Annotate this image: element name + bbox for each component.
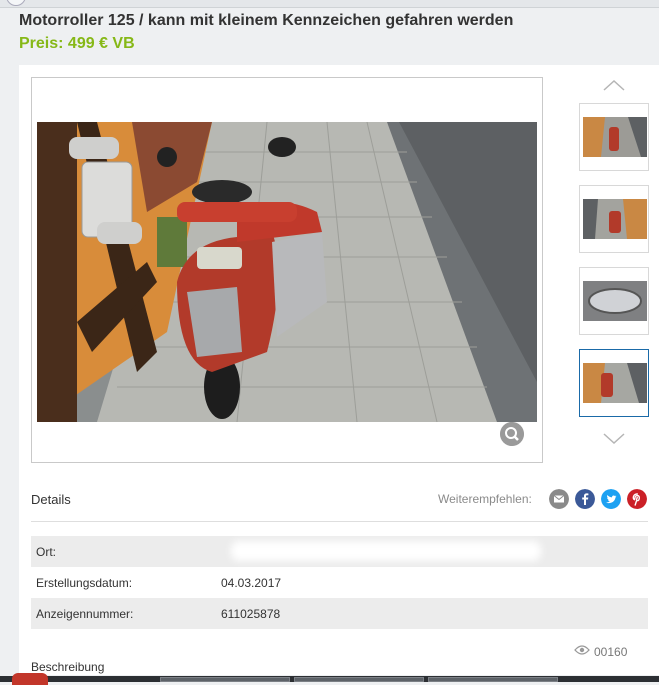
browser-button[interactable] [6,0,26,6]
detail-value: 611025878 [221,607,281,621]
taskbar [0,673,659,685]
thumbnail-3[interactable] [579,267,649,335]
detail-row-ad-number: Anzeigennummer: 611025878 [31,598,648,629]
view-counter: 00160 [574,645,628,659]
detail-row-created: Erstellungsdatum: 04.03.2017 [31,567,648,598]
detail-row-location: Ort: [31,536,648,567]
listing-title: Motorroller 125 / kann mit kleinem Kennz… [19,12,514,29]
detail-value: 04.03.2017 [221,576,282,590]
mail-icon[interactable] [549,489,569,509]
listing-price: Preis: 499 € VB [19,35,135,52]
chevron-down-icon[interactable] [603,427,625,449]
eye-icon [574,645,590,655]
share-icons [549,489,651,511]
detail-key: Ort: [36,545,56,559]
detail-key: Erstellungsdatum: [36,576,133,590]
taskbar-item[interactable] [294,677,424,682]
thumbnail-1[interactable] [579,103,649,171]
share-label: Weiterempfehlen: [438,492,532,506]
scooter-photo[interactable] [37,122,537,422]
listing-panel: Details Weiterempfehlen: Ort: Erstellung… [19,65,659,675]
details-heading: Details [31,492,71,507]
chevron-up-icon[interactable] [603,75,625,97]
thumbnail-strip [579,65,651,465]
detail-key: Anzeigennummer: [36,607,134,621]
twitter-icon[interactable] [601,489,621,509]
description-heading: Beschreibung [31,660,105,674]
thumbnail-2[interactable] [579,185,649,253]
pinterest-icon[interactable] [627,489,647,509]
view-count: 00160 [594,645,628,659]
divider [31,521,648,522]
browser-top-strip [0,0,659,8]
redacted-location [231,541,541,561]
thumbnail-4[interactable] [579,349,649,417]
taskbar-item[interactable] [428,677,558,682]
facebook-icon[interactable] [575,489,595,509]
main-image-frame[interactable] [31,77,543,463]
zoom-icon[interactable] [500,422,524,446]
start-button[interactable] [12,673,48,685]
taskbar-item[interactable] [160,677,290,682]
